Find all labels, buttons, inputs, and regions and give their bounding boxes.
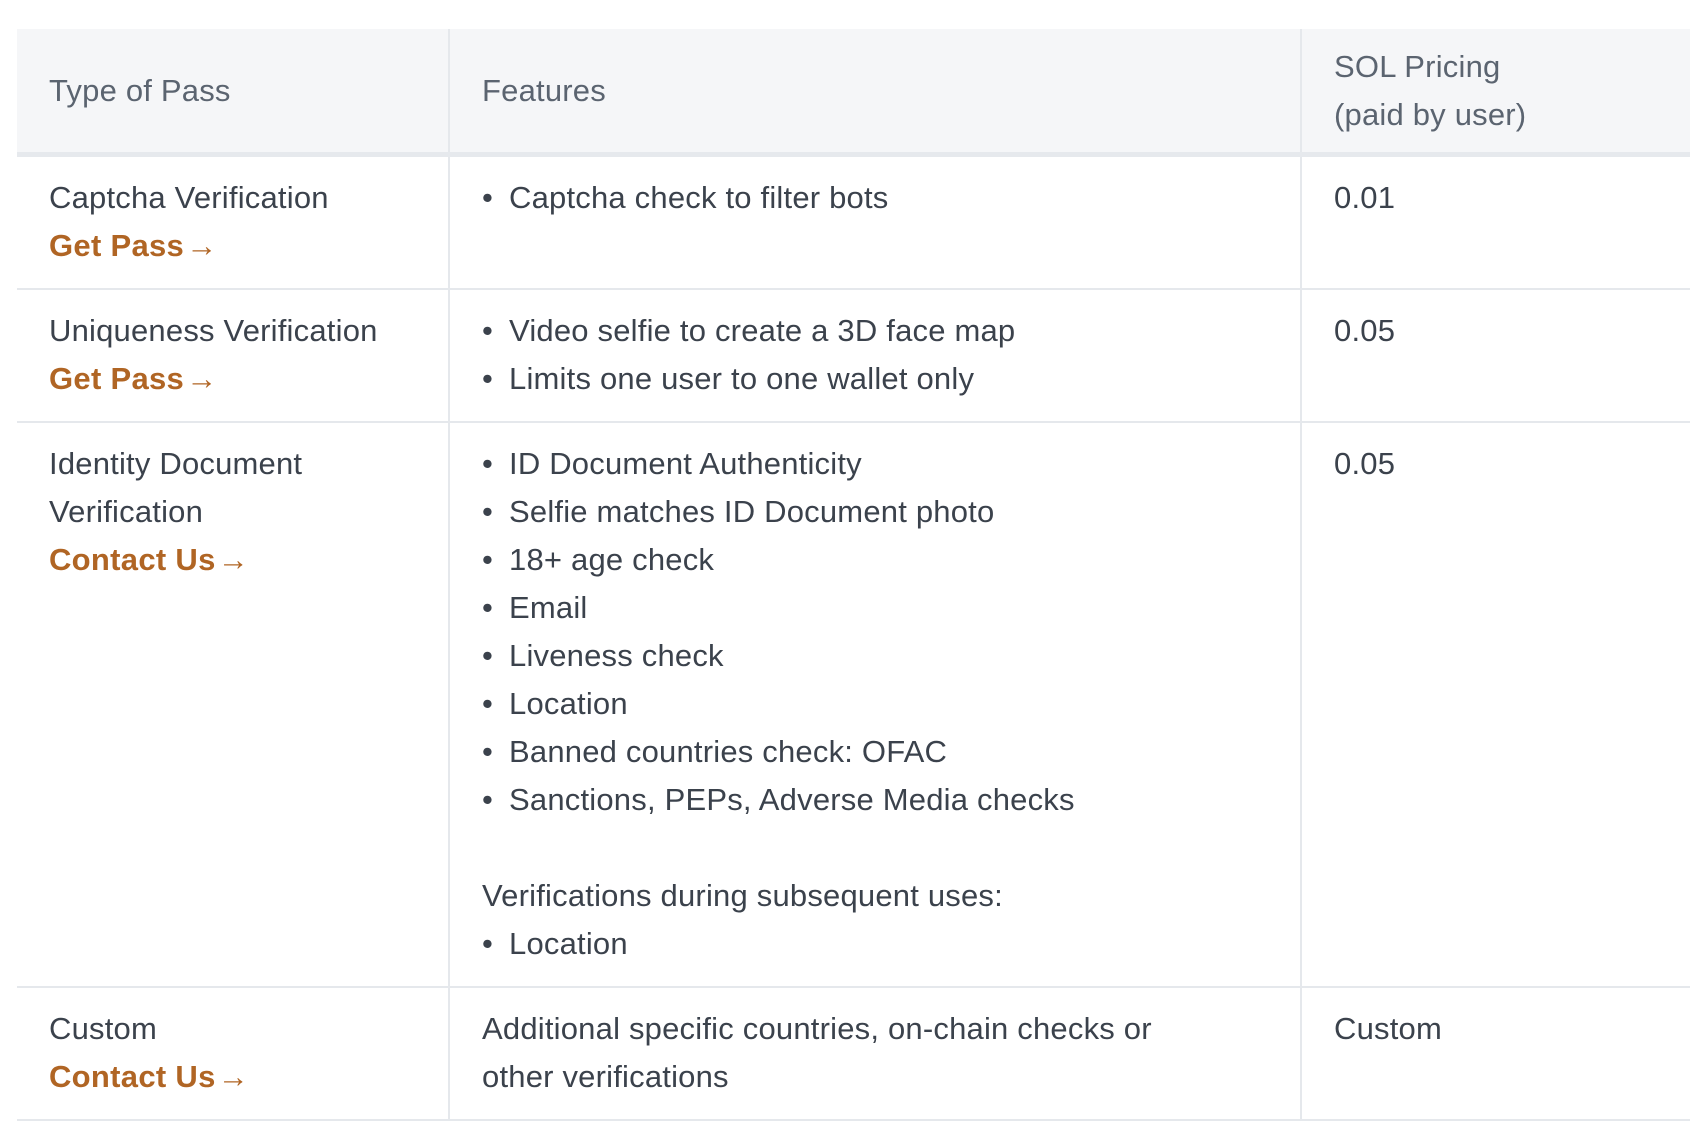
table-row-uniqueness: Uniqueness Verification Get Pass→ Video … xyxy=(17,289,1690,423)
table-row-identity-document: Identity Document Verification Contact U… xyxy=(17,422,1690,988)
pass-type-name: Captcha Verification xyxy=(49,180,329,215)
cell-type: Identity Document Verification Contact U… xyxy=(17,422,449,988)
cell-type: Custom Contact Us→ xyxy=(17,987,449,1121)
feature-item: Email xyxy=(482,584,1268,632)
cell-features: ID Document Authenticity Selfie matches … xyxy=(448,422,1301,988)
header-sol-pricing: SOL Pricing (paid by user) xyxy=(1300,29,1690,157)
feature-item: Liveness check xyxy=(482,632,1268,680)
table-row-captcha: Captcha Verification Get Pass→ Captcha c… xyxy=(17,154,1690,290)
get-pass-link[interactable]: Get Pass→ xyxy=(49,355,416,403)
cell-price: 0.05 xyxy=(1300,289,1690,423)
header-sol-pricing-line2: (paid by user) xyxy=(1334,97,1527,132)
pass-pricing-table: Type of Pass Features SOL Pricing (paid … xyxy=(17,29,1690,1121)
cell-type: Uniqueness Verification Get Pass→ xyxy=(17,289,449,423)
feature-item: Banned countries check: OFAC xyxy=(482,728,1268,776)
feature-item: Location xyxy=(482,920,1268,968)
cell-price: Custom xyxy=(1300,987,1690,1121)
pass-type-name-line2: Verification xyxy=(49,494,204,529)
feature-item: Video selfie to create a 3D face map xyxy=(482,307,1268,355)
feature-item: Captcha check to filter bots xyxy=(482,174,1268,222)
link-label: Get Pass xyxy=(49,361,185,396)
feature-text-line2: other verifications xyxy=(482,1059,729,1094)
cell-price: 0.01 xyxy=(1300,154,1690,290)
feature-text-line1: Additional specific countries, on-chain … xyxy=(482,1011,1152,1046)
cell-features: Video selfie to create a 3D face map Lim… xyxy=(448,289,1301,423)
pass-type-name: Uniqueness Verification xyxy=(49,313,378,348)
contact-us-link[interactable]: Contact Us→ xyxy=(49,536,416,584)
cell-price: 0.05 xyxy=(1300,422,1690,988)
link-label: Contact Us xyxy=(49,1059,216,1094)
link-label: Get Pass xyxy=(49,228,185,263)
arrow-right-icon: → xyxy=(186,228,218,263)
feature-item: Limits one user to one wallet only xyxy=(482,355,1268,403)
cell-type: Captcha Verification Get Pass→ xyxy=(17,154,449,290)
cell-features: Captcha check to filter bots xyxy=(448,154,1301,290)
arrow-right-icon: → xyxy=(186,361,218,396)
subsequent-uses-heading: Verifications during subsequent uses: xyxy=(482,878,1003,913)
pass-type-name: Custom xyxy=(49,1011,158,1046)
feature-item: ID Document Authenticity xyxy=(482,440,1268,488)
get-pass-link[interactable]: Get Pass→ xyxy=(49,222,416,270)
feature-item: 18+ age check xyxy=(482,536,1268,584)
contact-us-link[interactable]: Contact Us→ xyxy=(49,1053,416,1101)
arrow-right-icon: → xyxy=(217,542,249,577)
pass-type-name-line1: Identity Document xyxy=(49,446,303,481)
feature-item: Location xyxy=(482,680,1268,728)
arrow-right-icon: → xyxy=(217,1059,249,1094)
table-header-row: Type of Pass Features SOL Pricing (paid … xyxy=(17,29,1690,157)
feature-item: Selfie matches ID Document photo xyxy=(482,488,1268,536)
header-sol-pricing-line1: SOL Pricing xyxy=(1334,49,1501,84)
table-row-custom: Custom Contact Us→ Additional specific c… xyxy=(17,987,1690,1121)
cell-features: Additional specific countries, on-chain … xyxy=(448,987,1301,1121)
feature-item: Sanctions, PEPs, Adverse Media checks xyxy=(482,776,1268,824)
header-type-of-pass: Type of Pass xyxy=(17,29,449,157)
header-features: Features xyxy=(448,29,1301,157)
link-label: Contact Us xyxy=(49,542,216,577)
